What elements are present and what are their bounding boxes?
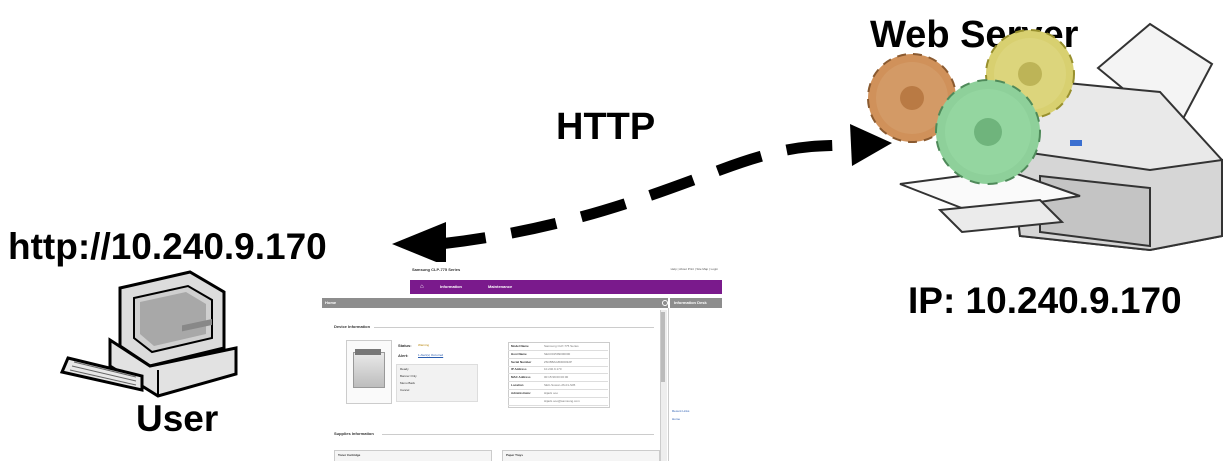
side-panel xyxy=(668,308,722,461)
tray-panel xyxy=(502,450,660,461)
device-info-heading: Device Information xyxy=(334,324,371,329)
table-row-divider xyxy=(508,404,608,406)
page-title: Samsung CLP-775 Series xyxy=(412,267,461,272)
info-desk-title: Information Desk xyxy=(674,300,707,305)
scrollbar-thumb[interactable] xyxy=(661,312,665,382)
table-value: Z6CBBAGB300032P xyxy=(544,359,573,364)
table-key: IP Address xyxy=(511,367,527,372)
display-line: Menu Back xyxy=(400,381,416,385)
table-row-divider xyxy=(508,389,608,390)
table-key: Host Name xyxy=(511,351,527,356)
web-interface-screenshot: Samsung CLP-775 Series Help | About Prin… xyxy=(322,262,722,461)
search-icon[interactable] xyxy=(662,300,668,306)
table-key: Serial Number xyxy=(511,359,532,364)
display-line: Banner Only xyxy=(400,374,417,378)
table-value: Hijack ooo xyxy=(544,390,559,395)
table-key: MAC Address xyxy=(511,375,531,380)
status-value: Warning xyxy=(418,343,430,347)
table-value: Samsung CLP-775 Series xyxy=(544,344,579,348)
display-line: Ready xyxy=(400,367,409,371)
table-value: SEC-Suwon-26-01-S05 xyxy=(544,383,576,387)
display-line: Cancel xyxy=(400,388,410,392)
table-value: Hijack.ooo@samsung.com xyxy=(544,398,580,403)
divider xyxy=(382,434,654,435)
toner-label: Toner Cartridge xyxy=(338,453,361,457)
table-value: SEC001599000000 xyxy=(544,351,571,356)
tab-maintenance[interactable]: Maintenance xyxy=(488,285,512,289)
table-key: Administrator xyxy=(511,390,531,395)
side-link[interactable]: Recent Links xyxy=(672,410,689,413)
table-row-divider xyxy=(508,357,608,359)
table-key: Location xyxy=(511,383,524,387)
table-row-divider xyxy=(508,396,608,398)
printer-image-top xyxy=(355,349,381,355)
supplies-heading: Supplies Information xyxy=(334,431,374,436)
http-arrow xyxy=(392,124,892,266)
status-label: Status: xyxy=(398,343,412,348)
home-icon[interactable]: ⌂ xyxy=(420,284,424,290)
alert-label: Alert: xyxy=(398,353,409,358)
table-row-divider xyxy=(508,350,608,351)
arrow-head-left xyxy=(392,222,446,266)
table-key: Model Name xyxy=(511,344,529,348)
printer-image xyxy=(353,352,385,388)
alert-link[interactable]: 1 Alert(s) Occurred xyxy=(418,354,443,357)
divider xyxy=(374,327,654,328)
table-value: 00:15:99:00:00:00 xyxy=(544,375,569,380)
computer-icon xyxy=(59,270,238,398)
content-header-bar xyxy=(322,298,668,308)
tab-information[interactable]: Information xyxy=(440,285,462,289)
side-link[interactable]: Home xyxy=(672,418,680,421)
top-links[interactable]: Help | About Print | Site Map | Login xyxy=(671,268,718,271)
home-tab[interactable]: Home xyxy=(325,301,336,305)
table-value: 10.240.9.170 xyxy=(544,367,562,372)
tray-label: Paper Trays xyxy=(506,453,524,457)
